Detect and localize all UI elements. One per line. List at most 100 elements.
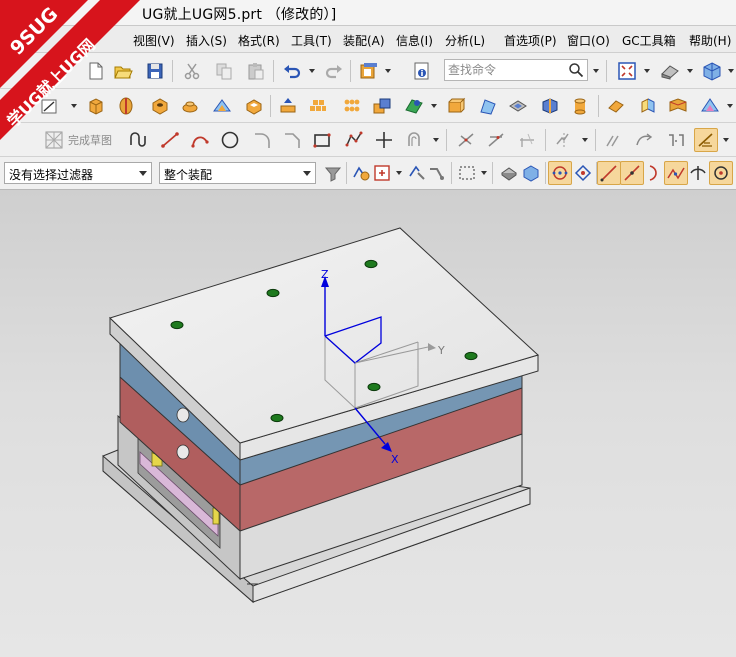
menu-insert[interactable]: 插入(S) — [186, 32, 227, 49]
information-icon[interactable] — [410, 59, 434, 83]
undo-icon[interactable] — [280, 59, 304, 83]
snap-endpoint-icon[interactable] — [548, 161, 572, 185]
select-body-icon[interactable] — [497, 161, 521, 185]
menu-analysis[interactable]: 分析(L) — [445, 32, 485, 49]
bounded-plane-icon[interactable] — [636, 94, 660, 118]
dimension-icon[interactable] — [632, 128, 656, 152]
command-search-input[interactable] — [448, 62, 566, 78]
quick-extend-icon[interactable] — [484, 128, 508, 152]
sketch-icon[interactable] — [38, 94, 62, 118]
sketch-dropdown[interactable] — [70, 94, 78, 118]
quick-trim-icon[interactable] — [454, 128, 478, 152]
fillet-icon[interactable] — [250, 128, 274, 152]
shell-icon[interactable] — [242, 94, 266, 118]
finish-sketch-label[interactable]: 完成草图 — [68, 132, 112, 148]
studio-surface-icon[interactable] — [698, 94, 722, 118]
pattern-face-icon[interactable] — [340, 94, 364, 118]
menu-format[interactable]: 格式(R) — [238, 32, 280, 49]
profile-icon[interactable] — [126, 128, 150, 152]
orient-view-icon[interactable] — [700, 59, 724, 83]
orient-view-dropdown[interactable] — [727, 59, 735, 83]
search-icon[interactable] — [568, 62, 584, 78]
arc-icon[interactable] — [188, 128, 212, 152]
menu-tools[interactable]: 工具(T) — [291, 32, 332, 49]
render-style-dropdown[interactable] — [686, 59, 694, 83]
separator — [545, 129, 546, 151]
datum-dropdown[interactable] — [430, 94, 438, 118]
cut-icon[interactable] — [180, 59, 204, 83]
fit-view-icon[interactable] — [615, 59, 639, 83]
menu-preferences[interactable]: 首选项(P) — [504, 32, 557, 49]
menu-window[interactable]: 窗口(O) — [567, 32, 610, 49]
sheet-metal-icon[interactable] — [476, 94, 500, 118]
select-features-icon[interactable] — [370, 161, 394, 185]
split-body-icon[interactable] — [506, 94, 530, 118]
datum-plane-icon[interactable] — [402, 94, 426, 118]
menu-gc-toolkit[interactable]: GC工具箱 — [622, 32, 676, 49]
through-curves-icon[interactable] — [666, 94, 690, 118]
undo-dropdown[interactable] — [308, 59, 316, 83]
surface-dropdown[interactable] — [726, 94, 734, 118]
revolve-icon[interactable] — [114, 94, 138, 118]
general-selection-filter-icon[interactable] — [321, 161, 345, 185]
select-components-icon[interactable] — [425, 161, 449, 185]
thicken-icon[interactable] — [538, 94, 562, 118]
menu-assemblies[interactable]: 装配(A) — [343, 32, 385, 49]
view-dropdown[interactable] — [643, 59, 651, 83]
chamfer-icon[interactable] — [280, 128, 304, 152]
start-dropdown[interactable] — [384, 59, 392, 83]
mold-base-model[interactable]: Z Y X — [0, 190, 736, 657]
line-icon[interactable] — [158, 128, 182, 152]
paste-icon[interactable] — [244, 59, 268, 83]
open-folder-icon[interactable] — [111, 59, 135, 83]
snap-intersection-icon[interactable] — [664, 161, 688, 185]
cylinder-icon[interactable] — [568, 94, 592, 118]
new-file-icon[interactable] — [84, 59, 108, 83]
block-icon[interactable] — [444, 94, 468, 118]
snap-perpendicular-icon[interactable] — [686, 161, 710, 185]
select-dropdown[interactable] — [395, 161, 403, 185]
face-blend-icon[interactable] — [210, 94, 234, 118]
graphics-window[interactable]: Z Y X — [0, 190, 736, 657]
menu-view[interactable]: 视图(V) — [133, 32, 175, 49]
snap-grid-icon[interactable] — [571, 161, 595, 185]
mirror-dropdown[interactable] — [581, 128, 589, 152]
selection-scope-select[interactable]: 整个装配 — [159, 162, 316, 184]
constraint-icon[interactable] — [664, 128, 688, 152]
finish-sketch-icon[interactable] — [42, 128, 66, 152]
type-filter-select[interactable]: 没有选择过滤器 — [4, 162, 152, 184]
constraint-dropdown[interactable] — [722, 128, 730, 152]
snap-control-point-icon[interactable] — [620, 161, 644, 185]
render-style-icon[interactable] — [658, 59, 682, 83]
mirror-curve-icon[interactable] — [552, 128, 576, 152]
select-solid-icon[interactable] — [519, 161, 543, 185]
extrude-icon[interactable] — [84, 94, 108, 118]
make-corner-icon[interactable] — [516, 128, 540, 152]
pattern-feature-icon[interactable] — [306, 94, 330, 118]
auto-constraint-icon[interactable] — [694, 128, 718, 152]
circle-icon[interactable] — [218, 128, 242, 152]
search-options-dropdown[interactable] — [592, 59, 600, 83]
geometric-constraint-icon[interactable] — [602, 128, 626, 152]
menu-help[interactable]: 帮助(H) — [689, 32, 731, 49]
hole-icon[interactable] — [148, 94, 172, 118]
snap-midpoint-icon[interactable] — [597, 161, 621, 185]
point-icon[interactable] — [372, 128, 396, 152]
rectangle-selection-icon[interactable] — [455, 161, 479, 185]
copy-icon[interactable] — [212, 59, 236, 83]
snap-arc-center-icon[interactable] — [709, 161, 733, 185]
curve-dropdown[interactable] — [432, 128, 440, 152]
start-applications-icon[interactable] — [357, 59, 381, 83]
save-icon[interactable] — [143, 59, 167, 83]
selection-method-dropdown[interactable] — [480, 161, 488, 185]
separator — [451, 162, 452, 184]
offset-curve-icon[interactable] — [404, 128, 428, 152]
offset-face-icon[interactable] — [604, 94, 628, 118]
move-face-icon[interactable] — [276, 94, 300, 118]
unite-icon[interactable] — [370, 94, 394, 118]
redo-icon[interactable] — [322, 59, 346, 83]
polygon-icon[interactable] — [342, 128, 366, 152]
menu-information[interactable]: 信息(I) — [396, 32, 433, 49]
boss-icon[interactable] — [178, 94, 202, 118]
rectangle-icon[interactable] — [310, 128, 334, 152]
